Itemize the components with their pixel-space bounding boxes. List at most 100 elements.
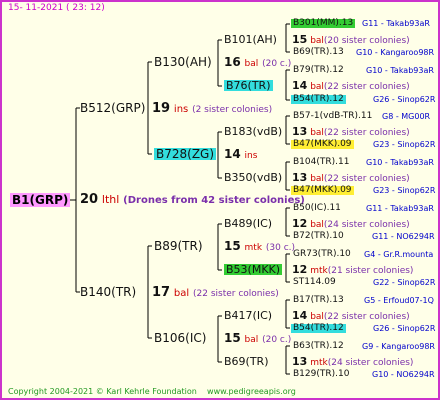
mating-race: ins <box>173 104 189 115</box>
mating-count: 14 <box>224 147 241 161</box>
mating-note: (22 sister colonies) <box>323 82 410 92</box>
gen2-mating-info: 14 ins <box>224 148 257 161</box>
root-note: (Drones from 42 sister colonies) <box>123 195 305 206</box>
root-count: 20 <box>80 192 99 207</box>
root-queen[interactable]: B1(GRP) <box>10 193 71 207</box>
gen4-colony: G10 - Takab93aR <box>366 158 434 167</box>
mating-note: (20 c.) <box>262 59 292 69</box>
mating-race: ins <box>244 151 258 161</box>
gen4-queen[interactable]: B47(MKK).09 <box>291 140 354 149</box>
root-mating-info: 20 lthl (Drones from 42 sister colonies) <box>80 193 305 206</box>
gen3-queen[interactable]: B76(TR) <box>224 80 273 91</box>
mating-note: (22 sister colonies) <box>323 312 410 322</box>
gen1-mating-info: 19 ins (2 sister colonies) <box>152 102 272 115</box>
mating-count: 15 <box>292 33 308 46</box>
gen3-queen[interactable]: B489(IC) <box>224 218 272 229</box>
gen1-queen[interactable]: B140(TR) <box>80 286 136 298</box>
mating-note: (24 sister colonies) <box>327 358 414 368</box>
gen4-queen[interactable]: B54(TR).12 <box>291 95 346 104</box>
mating-count: 13 <box>292 125 308 138</box>
gen2-mating-info: 15 mtk (30 c.) <box>224 240 295 253</box>
mating-note: (24 sister colonies) <box>323 220 410 230</box>
mating-count: 15 <box>224 239 241 253</box>
mating-note: (30 c.) <box>265 243 296 253</box>
gen4-colony: G26 - Sinop62R <box>373 324 436 333</box>
mating-race: bal <box>310 128 324 138</box>
mating-race: mtk <box>244 243 263 253</box>
mating-race: bal <box>310 82 324 92</box>
mating-count: 19 <box>152 101 171 116</box>
gen4-colony: G23 - Sinop62R <box>373 186 436 195</box>
gen4-colony: G10 - Kangaroo98R <box>356 48 435 57</box>
gen4-colony: G26 - Sinop62R <box>373 95 436 104</box>
report-date: 15- 11-2021 ( 23: 12) <box>8 3 105 13</box>
gen3-mating-info: 13 bal(22 sister colonies) <box>292 126 410 138</box>
gen3-mating-info: 15 bal(20 sister colonies) <box>292 34 410 46</box>
mating-race: bal <box>310 220 324 230</box>
gen4-queen[interactable]: B47(MKK).09 <box>291 186 354 195</box>
gen4-colony: G11 - Takab93aR <box>366 204 434 213</box>
gen2-queen[interactable]: B130(AH) <box>154 56 212 68</box>
gen4-colony: G8 - MG00R <box>382 112 431 121</box>
gen1-queen[interactable]: B512(GRP) <box>80 102 145 114</box>
gen3-queen[interactable]: B417(IC) <box>224 310 272 321</box>
gen4-queen[interactable]: B50(IC).11 <box>293 204 341 213</box>
mating-note: (20 sister colonies) <box>323 36 410 46</box>
gen4-colony: G11 - Takab93aR <box>362 19 430 28</box>
mating-count: 15 <box>224 331 241 345</box>
gen4-colony: G10 - Takab93aR <box>366 66 434 75</box>
root-race: lthl <box>101 193 120 206</box>
gen4-queen[interactable]: B63(TR).12 <box>293 342 344 351</box>
gen2-mating-info: 15 bal (20 c.) <box>224 332 291 345</box>
gen4-queen[interactable]: B54(TR).12 <box>291 324 346 333</box>
gen4-colony: G22 - Sinop62R <box>373 278 436 287</box>
mating-note: (22 sister colonies) <box>193 289 279 299</box>
gen4-queen[interactable]: B301(MM).13 <box>291 19 356 28</box>
gen4-colony: G5 - Erfoud07-1Q <box>364 296 434 305</box>
copyright-text: Copyright 2004-2021 © Karl Kehrle Founda… <box>8 387 197 396</box>
gen4-colony: G11 - NO6294R <box>372 232 435 241</box>
mating-note: (2 sister colonies) <box>192 105 273 115</box>
gen3-mating-info: 13 mtk(24 sister colonies) <box>292 356 413 368</box>
mating-count: 16 <box>224 55 241 69</box>
mating-note: (22 sister colonies) <box>323 128 410 138</box>
gen1-mating-info: 17 bal (22 sister colonies) <box>152 286 279 299</box>
gen4-queen[interactable]: B69(TR).13 <box>293 48 344 57</box>
mating-race: bal <box>244 59 259 69</box>
gen4-queen[interactable]: B79(TR).12 <box>293 66 344 75</box>
gen3-mating-info: 14 bal(22 sister colonies) <box>292 310 410 322</box>
pedigree-frame: 15- 11-2021 ( 23: 12) B1(GRP) 20 lthl (D… <box>0 0 440 400</box>
gen2-queen[interactable]: B106(IC) <box>154 332 206 344</box>
gen4-queen[interactable]: B17(TR).13 <box>293 296 344 305</box>
mating-count: 12 <box>292 263 308 276</box>
gen4-colony: G4 - Gr.R.mounta <box>364 250 434 259</box>
gen2-queen[interactable]: B89(TR) <box>154 240 203 252</box>
mating-race: bal <box>244 335 259 345</box>
gen3-queen[interactable]: B101(AH) <box>224 34 277 45</box>
mating-note: (22 sister colonies) <box>323 174 410 184</box>
gen4-queen[interactable]: B104(TR).11 <box>293 158 349 167</box>
gen4-colony: G10 - NO6294R <box>372 370 435 379</box>
gen4-queen[interactable]: B129(TR).10 <box>293 370 349 379</box>
mating-note: (21 sister colonies) <box>327 266 414 276</box>
gen4-queen[interactable]: ST114.09 <box>293 278 336 287</box>
gen3-queen[interactable]: B183(vdB) <box>224 126 282 137</box>
gen4-queen[interactable]: B57-1(vdB-TR).11 <box>293 112 372 121</box>
mating-count: 13 <box>292 171 308 184</box>
gen2-mating-info: 16 bal (20 c.) <box>224 56 291 69</box>
mating-count: 14 <box>292 79 308 92</box>
gen3-queen[interactable]: B69(TR) <box>224 356 269 367</box>
gen3-mating-info: 12 bal(24 sister colonies) <box>292 218 410 230</box>
footer: Copyright 2004-2021 © Karl Kehrle Founda… <box>8 388 296 396</box>
gen3-queen[interactable]: B350(vdB) <box>224 172 282 183</box>
gen3-mating-info: 12 mtk(21 sister colonies) <box>292 264 413 276</box>
mating-race: bal <box>310 174 324 184</box>
mating-race: bal <box>173 288 190 299</box>
gen4-colony: G23 - Sinop62R <box>373 140 436 149</box>
gen3-queen[interactable]: B53(MKK) <box>224 264 283 275</box>
gen4-queen[interactable]: GR73(TR).10 <box>293 250 351 259</box>
website-link[interactable]: www.pedigreeapis.org <box>207 387 296 396</box>
mating-note: (20 c.) <box>262 335 292 345</box>
gen2-queen[interactable]: B728(ZG) <box>154 148 217 160</box>
gen4-queen[interactable]: B72(TR).10 <box>293 232 344 241</box>
